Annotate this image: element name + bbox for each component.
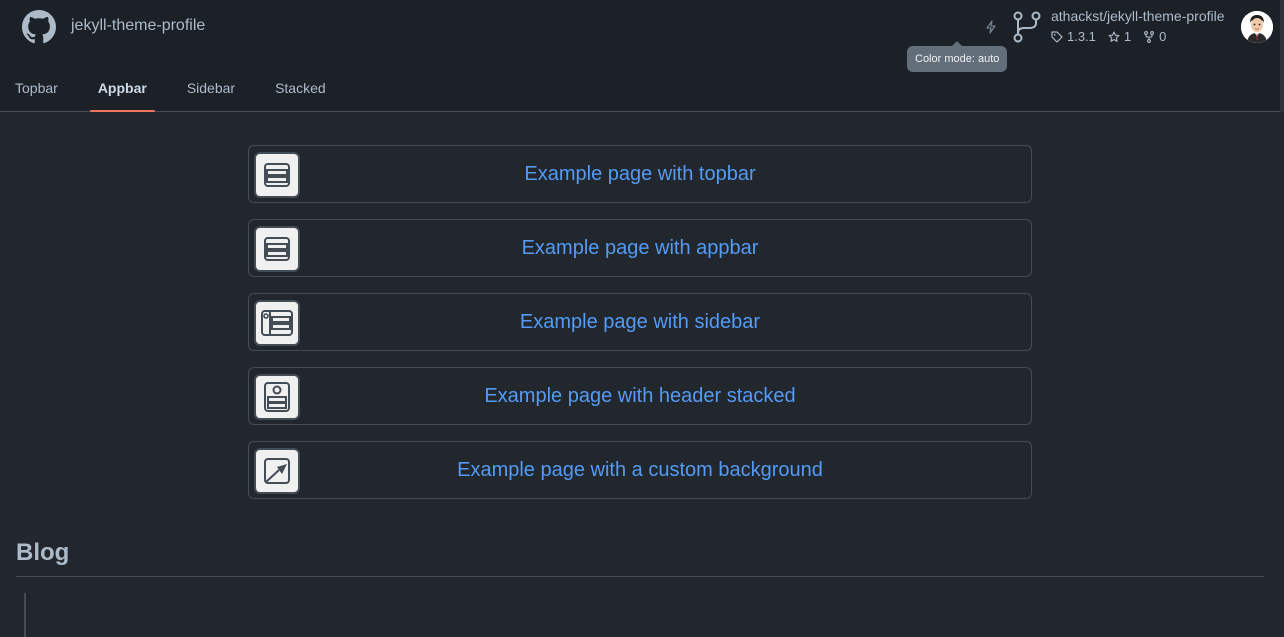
repo-version[interactable]: 1.3.1 — [1051, 29, 1096, 44]
topbar-layout-icon — [254, 152, 300, 198]
repo-stars-value: 1 — [1123, 29, 1132, 44]
repo-stats: 1.3.1 1 0 — [1051, 29, 1178, 44]
avatar[interactable] — [1241, 11, 1273, 43]
example-topbar-card[interactable]: Example page with topbar — [248, 145, 1032, 203]
color-mode-toggle[interactable] — [982, 18, 1000, 36]
example-stacked-link[interactable]: Example page with header stacked — [484, 385, 795, 408]
example-stacked-card[interactable]: Example page with header stacked — [248, 367, 1032, 425]
avatar-image — [1241, 11, 1273, 43]
example-custom-background-link[interactable]: Example page with a custom background — [457, 459, 823, 482]
repo-stars[interactable]: 1 — [1108, 29, 1131, 44]
color-mode-auto-icon — [986, 20, 996, 34]
tab-appbar[interactable]: Appbar — [89, 74, 155, 112]
blog-divider — [16, 576, 1264, 577]
tab-stacked[interactable]: Stacked — [255, 74, 346, 112]
scrollbar-edge — [1280, 0, 1284, 112]
example-custom-background-card[interactable]: Example page with a custom background — [248, 441, 1032, 499]
example-sidebar-card[interactable]: Example page with sidebar — [248, 293, 1032, 351]
fork-icon — [1144, 30, 1155, 43]
repo-link[interactable]: athackst/jekyll-theme-profile — [1051, 8, 1225, 24]
repo-forks-value: 0 — [1159, 29, 1167, 44]
tag-icon — [1051, 30, 1063, 43]
stacked-layout-icon — [254, 374, 300, 420]
layout-tabs: Topbar Appbar Sidebar Stacked — [0, 74, 346, 112]
star-icon — [1108, 30, 1120, 42]
blog-quote-bar — [24, 593, 26, 637]
example-appbar-card[interactable]: Example page with appbar — [248, 219, 1032, 277]
github-logo-icon[interactable] — [22, 10, 56, 44]
example-pages-list: Example page with topbar Example page wi… — [248, 145, 1032, 515]
repo-version-value: 1.3.1 — [1067, 29, 1096, 44]
site-title[interactable]: jekyll-theme-profile — [71, 17, 205, 35]
blog-heading: Blog — [16, 539, 70, 566]
header: jekyll-theme-profile Color mode: auto at… — [0, 0, 1280, 112]
repo-fork-icon[interactable] — [1012, 11, 1042, 43]
repo-forks[interactable]: 0 — [1143, 29, 1166, 44]
custom-background-icon — [254, 448, 300, 494]
tab-sidebar[interactable]: Sidebar — [167, 74, 255, 112]
sidebar-layout-icon — [254, 300, 300, 346]
page: jekyll-theme-profile Color mode: auto at… — [0, 0, 1284, 637]
tab-topbar[interactable]: Topbar — [0, 74, 78, 112]
example-sidebar-link[interactable]: Example page with sidebar — [520, 311, 760, 334]
example-topbar-link[interactable]: Example page with topbar — [524, 163, 755, 186]
appbar-layout-icon — [254, 226, 300, 272]
example-appbar-link[interactable]: Example page with appbar — [522, 237, 759, 260]
color-mode-tooltip: Color mode: auto — [907, 41, 1008, 72]
